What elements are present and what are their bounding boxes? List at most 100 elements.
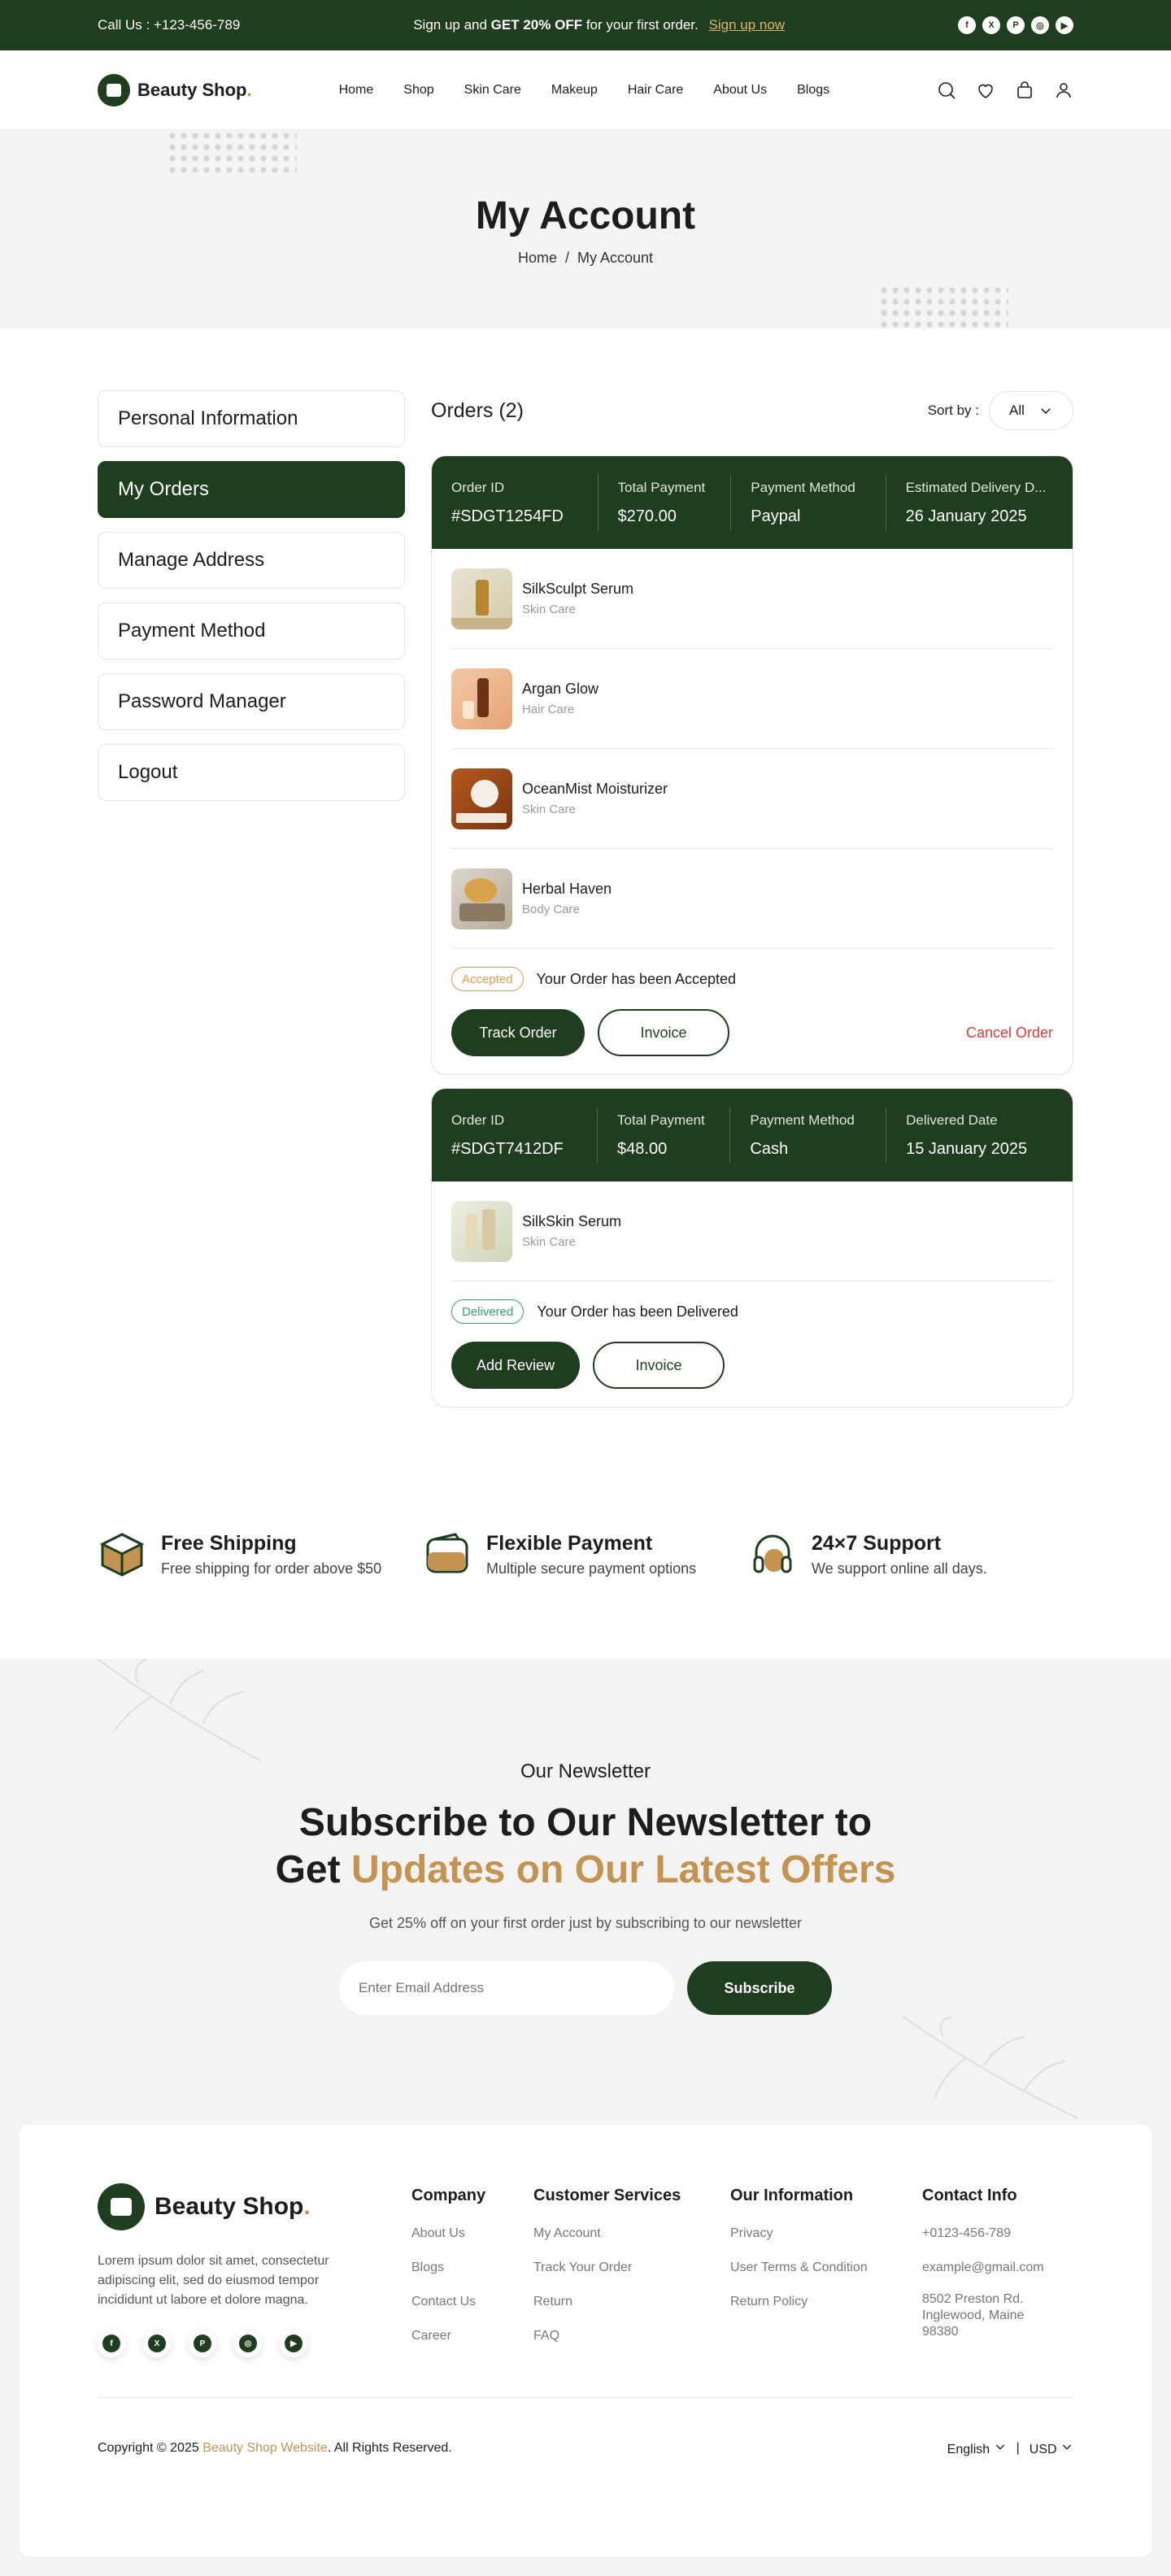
orders-panel: Orders (2) Sort by : All Order ID #SDGT12…: [431, 390, 1073, 1421]
logo[interactable]: Beauty Shop.: [98, 74, 252, 107]
order-total: $48.00: [617, 1139, 668, 1158]
footer-link[interactable]: FAQ: [533, 2329, 730, 2343]
order-id: #SDGT1254FD: [451, 507, 564, 525]
footer-link[interactable]: Blogs: [411, 2261, 533, 2275]
order-delivered-date: 15 January 2025: [906, 1139, 1028, 1158]
order-summary: Order ID #SDGT7412DF Total Payment $48.00 …: [432, 1089, 1073, 1181]
footer-link[interactable]: User Terms & Condition: [730, 2261, 922, 2275]
cancel-order-button[interactable]: Cancel Order: [966, 1025, 1053, 1042]
signup-link[interactable]: Sign up now: [709, 17, 786, 33]
wallet-icon: [423, 1530, 472, 1578]
footer-link[interactable]: Return Policy: [730, 2295, 922, 2309]
sidebar-item-my-orders[interactable]: My Orders: [98, 461, 405, 518]
product-image: [451, 1200, 512, 1262]
youtube-icon[interactable]: ▶: [280, 2330, 307, 2357]
nav-skin-care[interactable]: Skin Care: [464, 83, 521, 98]
newsletter-heading: Subscribe to Our Newsletter to Get Updat…: [275, 1801, 896, 1891]
box-icon: [98, 1530, 146, 1578]
footer-wrapper: Beauty Shop. Lorem ipsum dolor sit amet,…: [0, 2125, 1171, 2576]
newsletter-form: Subscribe: [0, 1961, 1171, 2015]
invoice-button[interactable]: Invoice: [593, 1342, 725, 1389]
language-select[interactable]: English: [947, 2440, 1007, 2457]
site-footer: Beauty Shop. Lorem ipsum dolor sit amet,…: [20, 2125, 1151, 2556]
headset-icon: [748, 1530, 797, 1578]
order-card: Order ID #SDGT7412DF Total Payment $48.00 …: [431, 1088, 1073, 1408]
order-products: SilkSkin Serum Skin Care: [432, 1181, 1073, 1281]
currency-select[interactable]: USD: [1030, 2440, 1073, 2457]
main-nav: Home Shop Skin Care Makeup Hair Care Abo…: [339, 83, 830, 98]
order-status: Delivered Your Order has been Delivered: [432, 1281, 1073, 1324]
list-item[interactable]: Argan Glow Hair Care: [451, 649, 1053, 749]
youtube-icon[interactable]: ▶: [1055, 16, 1073, 34]
order-total: $270.00: [617, 507, 677, 525]
subscribe-button[interactable]: Subscribe: [687, 1961, 832, 2015]
sort-select[interactable]: All: [989, 391, 1073, 430]
contact-address: 8502 Preston Rd. Inglewood, Maine 98380: [922, 2292, 1025, 2339]
sidebar-item-manage-address[interactable]: Manage Address: [98, 532, 405, 589]
top-social-links: f X P ◎ ▶: [957, 16, 1073, 34]
search-icon[interactable]: [937, 80, 956, 100]
decor-dots: [167, 130, 297, 179]
call-us-text: Call Us : +123-456-789: [98, 17, 241, 33]
facebook-icon[interactable]: f: [957, 16, 976, 34]
heart-icon[interactable]: [976, 80, 995, 100]
promo-text: Sign up and GET 20% OFF for your first o…: [413, 17, 786, 33]
x-icon[interactable]: X: [143, 2330, 171, 2357]
copyright-link[interactable]: Beauty Shop Website: [202, 2441, 328, 2455]
footer-col-company: Company About Us Blogs Contact Us Career: [411, 2183, 533, 2363]
email-field[interactable]: [339, 1961, 674, 2015]
contact-phone[interactable]: +0123-456-789: [922, 2226, 1044, 2241]
sort-control: Sort by : All: [928, 391, 1073, 430]
pinterest-icon[interactable]: P: [1006, 16, 1025, 34]
pinterest-icon[interactable]: P: [189, 2330, 216, 2357]
status-badge: Delivered: [451, 1299, 525, 1324]
order-id: #SDGT7412DF: [451, 1139, 564, 1158]
leaf-decoration: [97, 1659, 261, 1761]
x-icon[interactable]: X: [982, 16, 1000, 34]
facebook-icon[interactable]: f: [98, 2330, 125, 2357]
copyright: Copyright © 2025 Beauty Shop Website. Al…: [98, 2441, 452, 2455]
footer-link[interactable]: Return: [533, 2295, 730, 2309]
track-order-button[interactable]: Track Order: [451, 1009, 585, 1056]
footer-link[interactable]: Privacy: [730, 2226, 922, 2241]
breadcrumb-home[interactable]: Home: [518, 250, 557, 266]
breadcrumb-current: My Account: [577, 250, 654, 266]
invoice-button[interactable]: Invoice: [598, 1009, 729, 1056]
order-payment-method: Cash: [750, 1139, 789, 1158]
nav-hair-care[interactable]: Hair Care: [628, 83, 683, 98]
footer-link[interactable]: Track Your Order: [533, 2261, 730, 2275]
sidebar-item-payment-method[interactable]: Payment Method: [98, 603, 405, 659]
contact-email[interactable]: example@gmail.com: [922, 2261, 1044, 2275]
top-bar: Call Us : +123-456-789 Sign up and GET 2…: [0, 0, 1171, 50]
sidebar-item-personal-information[interactable]: Personal Information: [98, 390, 405, 447]
footer-link[interactable]: Contact Us: [411, 2295, 533, 2309]
leaf-decoration: [903, 2017, 1078, 2119]
list-item[interactable]: Herbal Haven Body Care: [451, 849, 1053, 949]
nav-makeup[interactable]: Makeup: [551, 83, 598, 98]
footer-link[interactable]: My Account: [533, 2226, 730, 2241]
footer-link[interactable]: About Us: [411, 2226, 533, 2241]
footer-col-our-information: Our Information Privacy User Terms & Con…: [730, 2183, 922, 2363]
instagram-icon[interactable]: ◎: [234, 2330, 262, 2357]
footer-logo[interactable]: Beauty Shop.: [98, 2183, 411, 2230]
sidebar-item-logout[interactable]: Logout: [98, 744, 405, 801]
newsletter-description: Get 25% off on your first order just by …: [369, 1915, 802, 1931]
nav-blogs[interactable]: Blogs: [797, 83, 829, 98]
chevron-down-icon: [1041, 408, 1051, 415]
footer-link[interactable]: Career: [411, 2329, 533, 2343]
orders-title: Orders (2): [431, 398, 524, 422]
instagram-icon[interactable]: ◎: [1030, 16, 1049, 34]
user-icon[interactable]: [1054, 80, 1073, 100]
cart-icon[interactable]: [1015, 80, 1034, 100]
add-review-button[interactable]: Add Review: [451, 1342, 580, 1389]
list-item[interactable]: SilkSkin Serum Skin Care: [451, 1181, 1053, 1281]
order-actions: Track Order Invoice Cancel Order: [432, 991, 1073, 1074]
nav-about-us[interactable]: About Us: [713, 83, 767, 98]
feature-free-shipping: Free Shipping Free shipping for order abo…: [98, 1530, 423, 1578]
sidebar-item-password-manager[interactable]: Password Manager: [98, 673, 405, 730]
chevron-down-icon: [1062, 2444, 1072, 2450]
nav-shop[interactable]: Shop: [403, 83, 433, 98]
list-item[interactable]: SilkSculpt Serum Skin Care: [451, 549, 1053, 649]
nav-home[interactable]: Home: [339, 83, 374, 98]
list-item[interactable]: OceanMist Moisturizer Skin Care: [451, 749, 1053, 849]
